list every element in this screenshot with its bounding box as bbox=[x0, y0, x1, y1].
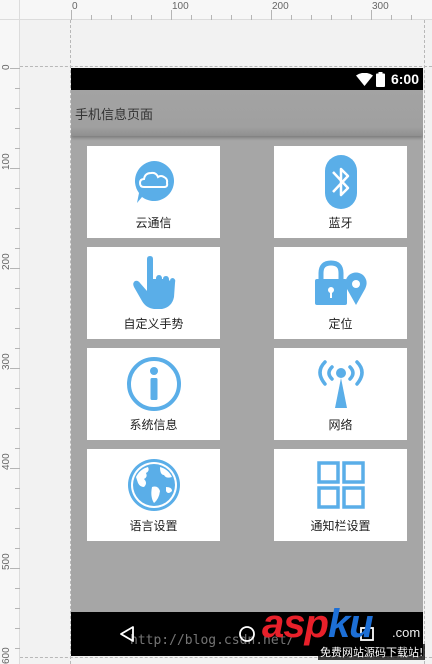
tile-label: 自定义手势 bbox=[123, 317, 184, 331]
ruler-label: 0 bbox=[1, 64, 12, 70]
vertical-ruler: 0 100 200 300 400 500 600 bbox=[0, 0, 20, 664]
horizontal-ruler: 0 100 200 300 bbox=[0, 0, 432, 20]
wifi-icon bbox=[356, 72, 373, 86]
ruler-label: 0 bbox=[72, 1, 78, 12]
ruler-label: 400 bbox=[1, 453, 12, 470]
battery-icon bbox=[376, 71, 385, 87]
tile-language-settings[interactable]: 语言设置 bbox=[87, 449, 220, 541]
hand-gesture-icon bbox=[87, 255, 220, 311]
tile-label: 网络 bbox=[328, 418, 353, 432]
ruler-label: 300 bbox=[372, 1, 389, 12]
tile-notification-settings[interactable]: 通知栏设置 bbox=[274, 449, 407, 541]
ruler-label: 200 bbox=[1, 253, 12, 270]
watermark-logo: aspku bbox=[262, 602, 374, 646]
ruler-label: 100 bbox=[1, 153, 12, 170]
tile-system-info[interactable]: 系统信息 bbox=[87, 348, 220, 440]
tile-label: 云通信 bbox=[135, 216, 172, 230]
status-time: 6:00 bbox=[390, 71, 419, 87]
tile-label: 蓝牙 bbox=[328, 216, 353, 230]
ruler-label: 300 bbox=[1, 353, 12, 370]
globe-icon bbox=[87, 457, 220, 513]
grid-icon bbox=[274, 457, 407, 513]
tile-cloud-communication[interactable]: 云通信 bbox=[87, 146, 220, 238]
tile-custom-gesture[interactable]: 自定义手势 bbox=[87, 247, 220, 339]
guide-line bbox=[424, 20, 425, 664]
status-icons bbox=[356, 71, 385, 87]
page-title: 手机信息页面 bbox=[75, 108, 154, 123]
ruler-label: 200 bbox=[272, 1, 289, 12]
tile-bluetooth[interactable]: 蓝牙 bbox=[274, 146, 407, 238]
app-bar: 手机信息页面 bbox=[71, 90, 423, 136]
tile-label: 系统信息 bbox=[129, 418, 178, 432]
tile-label: 定位 bbox=[328, 317, 353, 331]
lock-location-icon bbox=[274, 255, 407, 311]
design-canvas: 0 100 200 300 0 100 200 300 400 500 600 … bbox=[0, 0, 432, 664]
tile-network[interactable]: 网络 bbox=[274, 348, 407, 440]
status-bar: 6:00 bbox=[71, 68, 423, 90]
tile-label: 通知栏设置 bbox=[310, 519, 371, 533]
network-antenna-icon bbox=[274, 356, 407, 412]
watermark-logo-suffix: .com bbox=[392, 625, 421, 640]
bluetooth-icon bbox=[274, 154, 407, 210]
ruler-label: 600 bbox=[1, 647, 12, 664]
ruler-label: 500 bbox=[1, 553, 12, 570]
info-icon bbox=[87, 356, 220, 412]
phone-screen: 6:00 手机信息页面 云通信 蓝牙 自定义手势 定位 系统信息 网络 语言设置… bbox=[71, 68, 423, 656]
ruler-corner bbox=[0, 0, 20, 20]
tile-label: 语言设置 bbox=[129, 519, 178, 533]
cloud-chat-icon bbox=[87, 154, 220, 210]
guide-line bbox=[20, 66, 432, 67]
tile-location[interactable]: 定位 bbox=[274, 247, 407, 339]
watermark-subtitle: 免费网站源码下载站! bbox=[318, 644, 426, 660]
ruler-label: 100 bbox=[172, 1, 189, 12]
